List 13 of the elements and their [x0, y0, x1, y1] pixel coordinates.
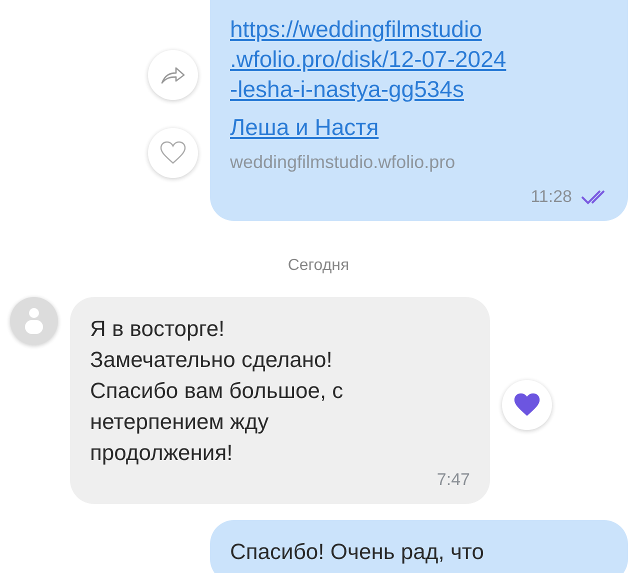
- link-title[interactable]: Леша и Настя: [230, 112, 379, 142]
- avatar-icon: [10, 297, 58, 345]
- share-icon: [160, 65, 186, 85]
- message-time: 7:47: [436, 470, 470, 490]
- like-button[interactable]: [148, 128, 198, 178]
- like-button[interactable]: [502, 380, 552, 430]
- message-link[interactable]: https://weddingfilmstudio .wfolio.pro/disk/12-07-2024 -lesha-i-nastya-gg534s: [230, 14, 506, 104]
- share-button[interactable]: [148, 50, 198, 100]
- date-separator: Сегодня: [288, 257, 350, 275]
- message-text: Спасибо! Очень рад, что: [230, 538, 485, 566]
- message-text: Я в восторге! Замечательно сделано! Спасибо вам большое, с нетерпением жду продолжения!: [90, 315, 344, 467]
- link-domain: weddingfilmstudio.wfolio.pro: [230, 152, 456, 173]
- message-time: 11:28: [530, 187, 572, 207]
